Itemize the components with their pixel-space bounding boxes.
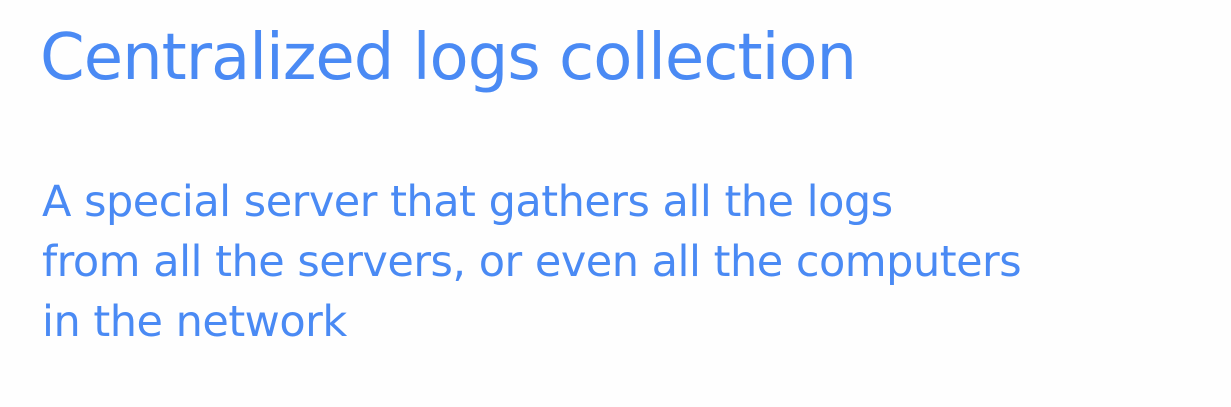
slide-title: Centralized logs collection	[40, 21, 857, 95]
body-line-1: A special server that gathers all the lo…	[42, 177, 893, 227]
body-line-2: from all the servers, or even all the co…	[42, 237, 1022, 287]
body-line-3: in the network	[42, 297, 347, 347]
slide-body: A special server that gathers all the lo…	[42, 172, 1022, 352]
slide: Centralized logs collection A special se…	[0, 0, 1231, 407]
